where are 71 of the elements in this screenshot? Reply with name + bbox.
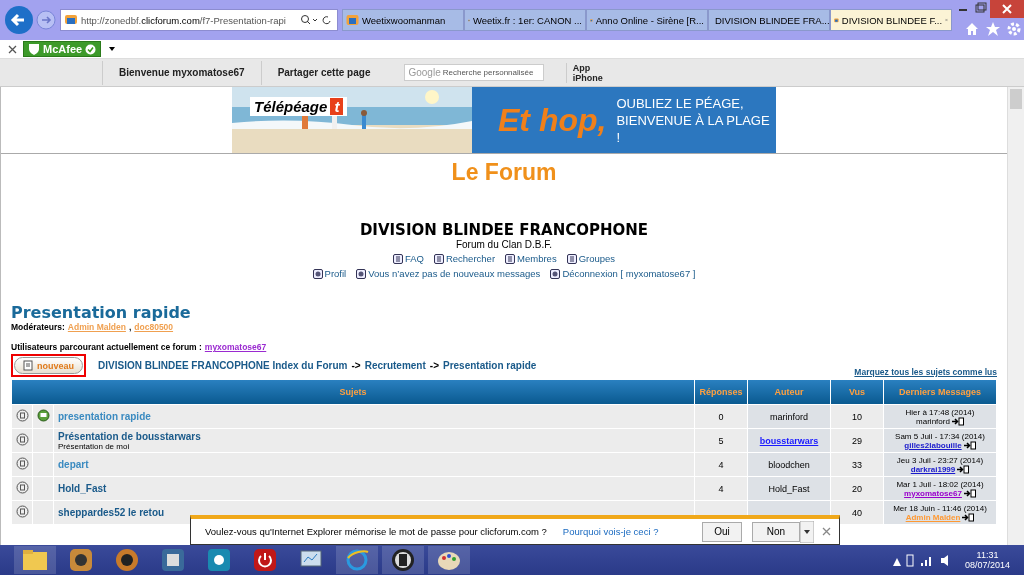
- last-poster-link[interactable]: gilles2labouille: [904, 440, 962, 450]
- url-text: http://zonedbf.clicforum.com/f7-Presentation-rapi: [81, 14, 287, 26]
- ad-headline: Et hop,: [498, 101, 607, 139]
- section-title: Presentation rapide: [11, 303, 192, 322]
- welcome-text: Bienvenue myxomatose67: [102, 60, 261, 85]
- breadcrumb-separator: ->: [429, 360, 439, 371]
- nav-link[interactable]: Profil: [312, 268, 347, 279]
- nav-link[interactable]: FAQ: [392, 253, 424, 264]
- views-count: 29: [852, 435, 862, 446]
- breadcrumb-separator: ->: [351, 360, 361, 371]
- topic-description: Présentation de moi: [58, 441, 131, 451]
- app-link[interactable]: App iPhone: [565, 62, 609, 83]
- author-name: Hold_Fast: [768, 483, 810, 494]
- column-header: Sujets: [12, 380, 694, 404]
- views-count: 40: [852, 507, 862, 518]
- replies-count: 5: [718, 435, 724, 446]
- why-link[interactable]: Pourquoi vois-je ceci ?: [562, 526, 659, 537]
- prompt-message: Voulez-vous qu'Internet Explorer mémorise le mot de passe pour clicforum.com ?: [205, 526, 547, 537]
- last-poster-name: marinford: [916, 416, 950, 426]
- nav-link[interactable]: Déconnexion [ myxomatose67 ]: [550, 268, 696, 279]
- breadcrumb-link[interactable]: Presentation rapide: [442, 360, 537, 371]
- forum-title: DIVISION BLINDEE FRANCOPHONE: [358, 221, 650, 239]
- address-bar[interactable]: http://zonedbf.clicforum.com/f7-Presentation-rapi: [60, 9, 338, 31]
- replies-count: 0: [718, 411, 724, 422]
- breadcrumb-link[interactable]: DIVISION BLINDEE FRANCOPHONE Index du Forum: [98, 360, 348, 371]
- user-link[interactable]: myxomatose67: [204, 342, 267, 352]
- ad-tagline: OUBLIEZ LE PÉAGE, BIENVENUE À LA PLAGE !: [616, 94, 771, 146]
- last-post-date: Mar 1 Juil - 18:02 (2014): [895, 479, 985, 489]
- last-post-date: Mer 18 Juin - 11:46 (2014): [892, 503, 988, 513]
- viewers-label: Utilisateurs parcourant actuellement ce forum :: [11, 342, 202, 352]
- forum-logo: Le Forum: [450, 159, 558, 187]
- topic-title-link[interactable]: Hold_Fast: [58, 483, 107, 494]
- ad-brand: Télépéage: [254, 98, 328, 115]
- browser-tab[interactable]: Anno Online - Sirène [R...: [586, 9, 708, 31]
- replies-count: 4: [718, 459, 724, 470]
- last-post-date: Sam 5 Juil - 17:34 (2014): [894, 431, 986, 441]
- column-header: Vus: [831, 380, 883, 404]
- clock-date: 08/07/2014: [964, 560, 1010, 570]
- author-name: marinford: [770, 411, 808, 422]
- mcafee-button[interactable]: McAfee: [23, 41, 102, 57]
- last-poster-link[interactable]: myxomatose67: [904, 488, 962, 498]
- replies-count: 4: [718, 483, 724, 494]
- forum-subtitle: Forum du Clan D.B.F.: [454, 239, 554, 250]
- moderators-label: Modérateurs:: [11, 322, 65, 332]
- browser-tab[interactable]: DIVISION BLINDEE FRA...: [708, 9, 830, 31]
- browser-tab[interactable]: Weetix.fr : 1er: CANON ...: [464, 9, 586, 31]
- author-name: bloodchen: [768, 459, 810, 470]
- topic-title-link[interactable]: Présentation de bousstarwars: [58, 430, 201, 442]
- breadcrumb-link[interactable]: Recrutement: [364, 360, 426, 371]
- nav-link[interactable]: Groupes: [566, 253, 616, 264]
- last-post-date: Jeu 3 Juil - 23:27 (2014): [895, 455, 985, 465]
- column-header: Auteur: [748, 380, 830, 404]
- column-header: Derniers Messages: [884, 380, 996, 404]
- nav-link[interactable]: Membres: [505, 253, 557, 264]
- last-poster-link[interactable]: darkrai1999: [910, 464, 956, 474]
- views-count: 33: [852, 459, 862, 470]
- mark-read-link[interactable]: Marquez tous les sujets comme lus: [854, 367, 997, 377]
- ad-brand-mark: t: [330, 98, 344, 115]
- yes-button[interactable]: Oui: [702, 521, 742, 542]
- views-count: 20: [852, 483, 862, 494]
- browser-tab[interactable]: Weetixwoomanman: [342, 9, 464, 31]
- last-post-date: Hier à 17:48 (2014): [904, 407, 976, 417]
- clock-time: 11:31: [976, 550, 999, 560]
- topic-title-link[interactable]: sheppardes52 le retou: [58, 507, 165, 518]
- nav-link[interactable]: Rechercher: [433, 253, 496, 264]
- share-link[interactable]: Partager cette page: [260, 60, 387, 85]
- separator: ,: [128, 322, 132, 332]
- column-header: Réponses: [695, 380, 747, 404]
- nav-link[interactable]: Vous n’avez pas de nouveaux messages: [356, 268, 541, 279]
- views-count: 10: [852, 411, 862, 422]
- browser-tab[interactable]: DIVISION BLINDEE F...: [830, 9, 952, 31]
